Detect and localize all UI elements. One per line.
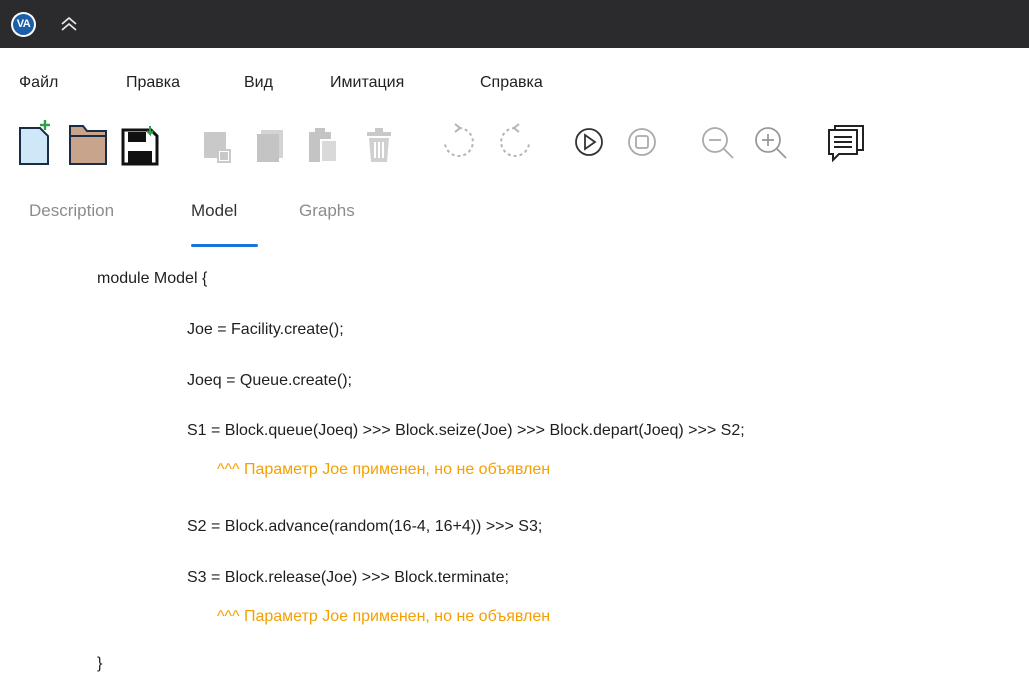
code-line: module Model { — [97, 270, 208, 287]
menu-view[interactable]: Вид — [244, 74, 273, 92]
tab-model[interactable]: Model — [191, 201, 237, 221]
delete-icon[interactable] — [359, 118, 401, 166]
collapse-chevrons-icon[interactable] — [58, 14, 80, 34]
menu-file[interactable]: Файл — [19, 74, 58, 92]
zoom-out-icon[interactable] — [697, 118, 739, 166]
save-icon[interactable] — [119, 118, 161, 166]
zoom-in-icon[interactable] — [750, 118, 792, 166]
menu-simulation[interactable]: Имитация — [330, 74, 404, 92]
app-logo: VA — [11, 12, 36, 37]
new-file-icon[interactable] — [14, 118, 56, 166]
warning-message: ^^^ Параметр Joe применен, но не объявле… — [217, 461, 551, 478]
tab-graphs[interactable]: Graphs — [299, 201, 355, 221]
code-line: S1 = Block.queue(Joeq) >>> Block.seize(J… — [187, 422, 745, 439]
code-line: } — [97, 655, 103, 672]
stop-icon[interactable] — [622, 118, 664, 166]
tab-description[interactable]: Description — [29, 201, 114, 221]
warning-message: ^^^ Параметр Joe применен, но не объявле… — [217, 608, 551, 625]
messages-icon[interactable] — [825, 118, 867, 166]
code-line: S2 = Block.advance(random(16-4, 16+4)) >… — [187, 518, 543, 535]
app-logo-text: VA — [13, 14, 34, 35]
open-folder-icon[interactable] — [67, 118, 109, 166]
undo-icon[interactable] — [437, 118, 479, 166]
run-icon[interactable] — [569, 118, 611, 166]
duplicate-icon[interactable] — [251, 118, 293, 166]
title-bar: VA — [0, 0, 1029, 48]
paste-icon[interactable] — [303, 118, 345, 166]
code-line: Joeq = Queue.create(); — [187, 372, 352, 389]
code-line: S3 = Block.release(Joe) >>> Block.termin… — [187, 569, 509, 586]
copy-icon[interactable] — [198, 118, 240, 166]
menu-help[interactable]: Справка — [480, 74, 543, 92]
code-line: Joe = Facility.create(); — [187, 321, 344, 338]
active-tab-indicator — [191, 244, 258, 247]
redo-icon[interactable] — [495, 118, 537, 166]
menu-edit[interactable]: Правка — [126, 74, 180, 92]
